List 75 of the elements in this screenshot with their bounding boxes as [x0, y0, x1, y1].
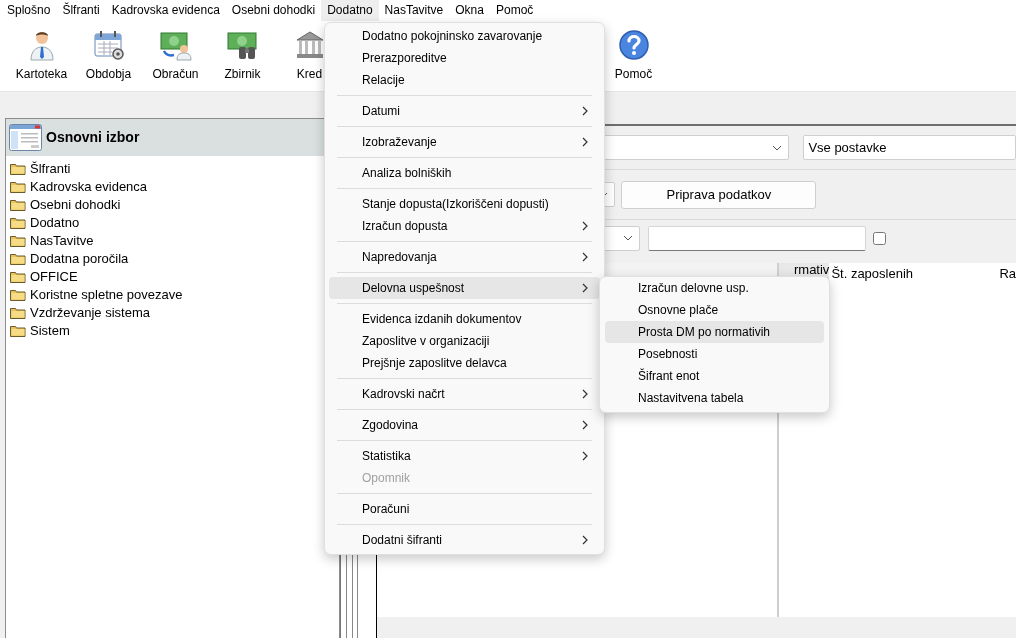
menu-item[interactable]: Napredovanja	[329, 246, 600, 268]
chevron-right-icon	[582, 221, 588, 231]
folder-icon	[10, 271, 26, 283]
menu-item[interactable]: Osnovne plače	[605, 299, 824, 321]
chevron-right-icon	[582, 137, 588, 147]
calendar-icon	[92, 29, 125, 61]
menu-item[interactable]: Analiza bolniških	[329, 162, 600, 184]
folder-icon	[10, 325, 26, 337]
tree-item[interactable]: Dodatna poročila	[30, 249, 129, 269]
tree-item[interactable]: Vzdrževanje sistema	[30, 303, 150, 323]
chevron-right-icon	[582, 535, 588, 545]
toolbar-button[interactable]: Zbirnik	[209, 21, 276, 91]
folder-icon	[10, 217, 26, 229]
menu-item[interactable]: Nastavitvena tabela	[605, 387, 824, 409]
folder-icon	[10, 235, 26, 247]
panel-title: Osnovni izbor	[46, 128, 140, 147]
menu-item[interactable]: Prejšnje zaposlitve delavca	[329, 352, 600, 374]
toolbar-button[interactable]: Obdobja	[75, 21, 142, 91]
menu-item[interactable]: Okna	[449, 0, 490, 21]
menu-item[interactable]: Delovna uspešnost	[329, 277, 600, 299]
menu-item[interactable]: NasTavitve	[378, 0, 450, 21]
tree-item[interactable]: Kadrovska evidenca	[30, 177, 148, 197]
menu-item[interactable]: Dodatni šifranti	[329, 529, 600, 551]
chevron-right-icon	[582, 389, 588, 399]
tree-item[interactable]: OFFICE	[30, 267, 78, 287]
menu-item[interactable]: Prosta DM po normativih	[605, 321, 824, 343]
banknote-person-icon	[159, 29, 192, 61]
menu-item[interactable]: Osebni dohodki	[225, 0, 322, 21]
menu-item[interactable]: Kadrovski načrt	[329, 383, 600, 405]
menu-item[interactable]: Kadrovska evidenca	[105, 0, 226, 21]
menu-item[interactable]: Šifrant enot	[605, 365, 824, 387]
tree-item[interactable]: Šlfranti	[30, 159, 71, 179]
banknote-binoculars-icon	[226, 29, 259, 61]
filter-dropdown[interactable]: Vse postavke	[803, 135, 1016, 160]
menu-item[interactable]: Izračun dopusta	[329, 215, 600, 237]
folder-icon	[10, 163, 26, 175]
chevron-down-icon	[772, 144, 783, 151]
folder-icon	[10, 289, 26, 301]
window-icon	[9, 124, 42, 151]
chevron-right-icon	[582, 283, 588, 293]
chevron-right-icon	[582, 252, 588, 262]
prepare-data-button[interactable]: Priprava podatkov	[621, 180, 817, 209]
tree-item[interactable]: Osebni dohodki	[30, 195, 121, 215]
menu-item[interactable]: Splošno	[1, 0, 57, 21]
text-field[interactable]	[648, 225, 867, 251]
chevron-right-icon	[582, 106, 588, 116]
folder-icon	[10, 307, 26, 319]
menu-item[interactable]: Statistika	[329, 445, 600, 467]
tree-item[interactable]: Sistem	[30, 321, 70, 341]
checkbox[interactable]	[873, 231, 887, 245]
menu-item[interactable]: Šlfranti	[56, 0, 106, 21]
menu-item[interactable]: Zgodovina	[329, 414, 600, 436]
tree-item[interactable]: Dodatno	[30, 213, 80, 233]
menu-item[interactable]: Dodatno	[321, 0, 379, 21]
menu-item[interactable]: Zaposlitve v organizaciji	[329, 330, 600, 352]
menu-item[interactable]: Stanje dopusta(Izkoriščeni dopusti)	[329, 193, 600, 215]
chevron-right-icon	[582, 420, 588, 430]
menu-item[interactable]: Izobraževanje	[329, 131, 600, 153]
chevron-right-icon	[582, 451, 588, 461]
column-header[interactable]: Ra	[999, 263, 1016, 287]
menu-item[interactable]: Poračuni	[329, 498, 600, 520]
menu-item[interactable]: Datumi	[329, 100, 600, 122]
menu-item[interactable]: Posebnosti	[605, 343, 824, 365]
help-icon	[617, 29, 650, 61]
menu-item[interactable]: Evidenca izdanih dokumentov	[329, 308, 600, 330]
tree-item[interactable]: Koristne spletne povezave	[30, 285, 183, 305]
folder-icon	[10, 199, 26, 211]
tree-item[interactable]: NasTavitve	[30, 231, 94, 251]
folder-icon	[10, 181, 26, 193]
column-header[interactable]: Št. zaposlenih	[829, 263, 1000, 287]
toolbar-button[interactable]: Obračun	[142, 21, 209, 91]
toolbar-button[interactable]: Kartoteka	[8, 21, 75, 91]
menu-item[interactable]: Pomoč	[489, 0, 540, 21]
chevron-down-icon	[623, 235, 634, 241]
folder-icon	[10, 253, 26, 265]
